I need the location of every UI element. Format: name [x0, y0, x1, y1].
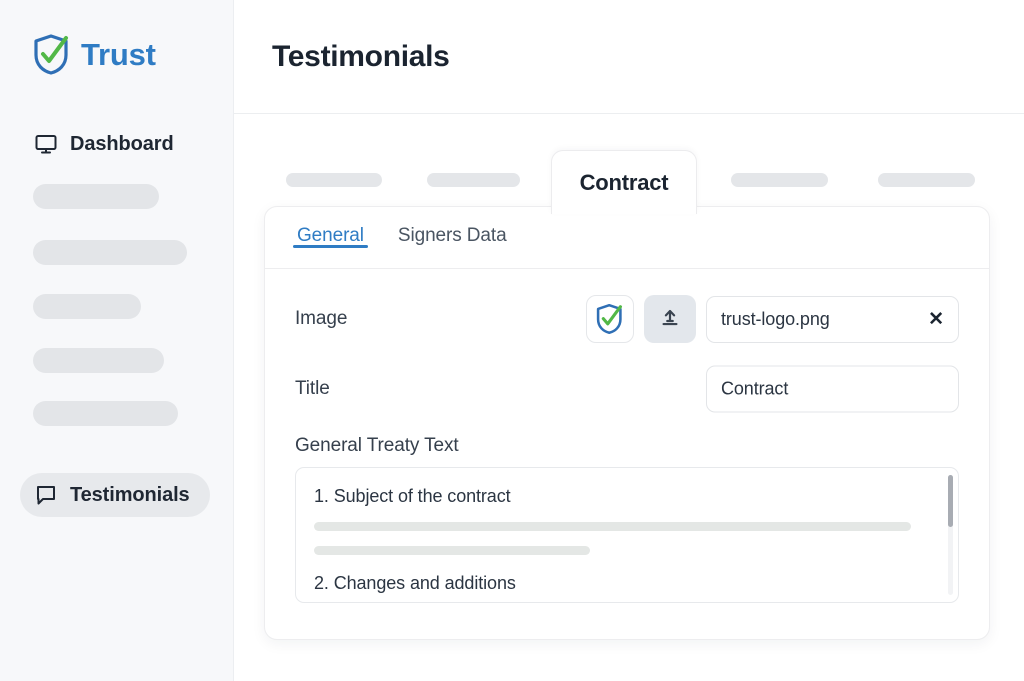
tab-contract-label: Contract	[579, 169, 669, 195]
treaty-textarea[interactable]: 1. Subject of the contract 2. Changes an…	[295, 467, 959, 603]
tab-general[interactable]: General	[293, 207, 368, 248]
tab-signers-data[interactable]: Signers Data	[396, 207, 509, 247]
form-row-title: Title Contract	[295, 361, 959, 417]
title-input[interactable]: Contract	[706, 365, 959, 413]
sidebar: Trust Dashboard Testimonials	[0, 0, 234, 681]
treaty-line-1: 1. Subject of the contract	[314, 486, 511, 506]
tab-contract[interactable]: Contract	[551, 150, 697, 214]
sidebar-item-label: Testimonials	[70, 483, 190, 506]
sidebar-item-dashboard[interactable]: Dashboard	[20, 122, 194, 166]
treaty-content: 1. Subject of the contract 2. Changes an…	[296, 468, 958, 594]
brand-logo[interactable]: Trust	[32, 33, 156, 76]
upload-icon	[659, 308, 681, 330]
form-row-image: Image trust-logo.png ✕	[295, 291, 959, 347]
sidebar-item-label: Dashboard	[70, 132, 174, 155]
title-input-value: Contract	[721, 378, 789, 399]
main-content: Testimonials Contract General Signers Da…	[234, 0, 1024, 681]
page-title: Testimonials	[272, 39, 450, 73]
treaty-label: General Treaty Text	[295, 435, 459, 456]
speech-bubble-icon	[34, 483, 58, 507]
sidebar-skeleton-item	[33, 240, 187, 265]
sidebar-skeleton-item	[33, 294, 141, 319]
image-label: Image	[295, 308, 348, 329]
image-thumbnail[interactable]	[586, 295, 634, 343]
sidebar-skeleton-item	[33, 348, 164, 373]
title-controls: Contract	[706, 365, 959, 413]
image-filename-value: trust-logo.png	[721, 308, 830, 329]
image-controls: trust-logo.png ✕	[586, 295, 959, 343]
sidebar-item-testimonials[interactable]: Testimonials	[20, 473, 210, 517]
panel-subtabs: General Signers Data	[265, 207, 989, 269]
tab-ghost[interactable]	[286, 173, 382, 187]
shield-check-icon	[595, 303, 625, 335]
title-label: Title	[295, 378, 330, 399]
treaty-scrollbar-thumb[interactable]	[948, 475, 953, 527]
shield-check-icon	[32, 33, 72, 76]
close-icon[interactable]: ✕	[920, 310, 944, 329]
treaty-line-2: 2. Changes and additions	[314, 573, 516, 593]
brand-name: Trust	[81, 37, 156, 72]
upload-button[interactable]	[644, 295, 696, 343]
tab-strip: Contract	[234, 150, 1024, 214]
tab-ghost[interactable]	[731, 173, 828, 187]
treaty-ghost-line	[314, 522, 911, 531]
general-form: Image trust-logo.png ✕ Title Contract Ge…	[265, 291, 989, 603]
tab-ghost[interactable]	[427, 173, 520, 187]
tab-ghost[interactable]	[878, 173, 975, 187]
page-header: Testimonials	[234, 0, 1024, 114]
sidebar-skeleton-item	[33, 401, 178, 426]
image-filename-field[interactable]: trust-logo.png ✕	[706, 295, 959, 343]
app-root: Trust Dashboard Testimonials Testimonial…	[0, 0, 1024, 681]
sidebar-skeleton-item	[33, 184, 159, 209]
monitor-icon	[34, 132, 58, 156]
contract-panel: General Signers Data Image trust-logo.pn…	[264, 206, 990, 640]
treaty-ghost-line	[314, 546, 590, 555]
